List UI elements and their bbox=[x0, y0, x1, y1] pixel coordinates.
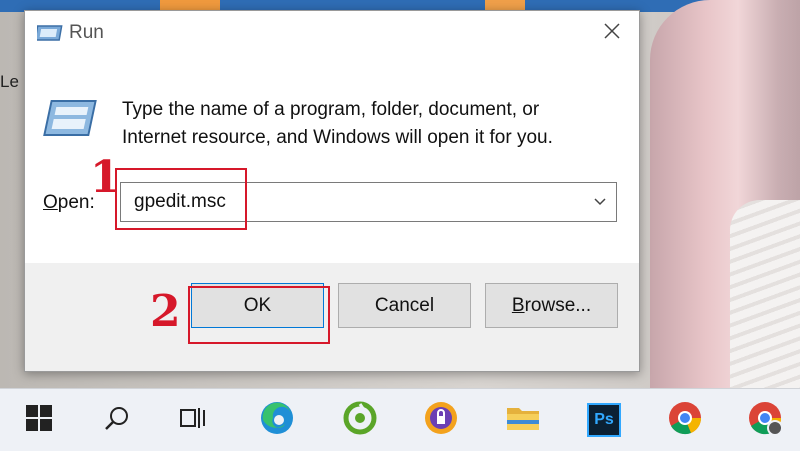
title-bar[interactable]: Run bbox=[25, 11, 639, 55]
browse-accesskey: B bbox=[511, 294, 525, 316]
cancel-button[interactable]: Cancel bbox=[338, 283, 471, 328]
open-label: Open: bbox=[43, 192, 95, 214]
chrome-profile-icon bbox=[747, 400, 783, 441]
close-icon bbox=[603, 22, 621, 45]
chrome-icon bbox=[667, 400, 703, 441]
run-program-icon bbox=[42, 99, 100, 139]
step2-number: 2 bbox=[150, 286, 181, 337]
run-title-icon bbox=[34, 24, 63, 42]
chrome-taskbar-button[interactable] bbox=[664, 399, 706, 441]
file-explorer-icon bbox=[505, 402, 541, 439]
open-label-accesskey: O bbox=[43, 192, 58, 213]
edge-icon bbox=[259, 400, 295, 441]
search-button[interactable] bbox=[96, 399, 138, 441]
task-view-button[interactable] bbox=[172, 399, 214, 441]
step2-highlight-box bbox=[188, 286, 330, 344]
chrome-profile-taskbar-button[interactable] bbox=[744, 399, 786, 441]
browse-button[interactable]: Browse... bbox=[485, 283, 618, 328]
search-icon bbox=[103, 404, 131, 437]
taskbar: Ps bbox=[0, 388, 800, 451]
windows-start-icon bbox=[25, 404, 53, 437]
browse-label-text: rowse... bbox=[524, 294, 592, 316]
vpn-shield-icon bbox=[423, 400, 459, 441]
edge-taskbar-button[interactable] bbox=[256, 399, 298, 441]
cococ-browser-icon bbox=[342, 400, 378, 441]
file-explorer-taskbar-button[interactable] bbox=[502, 399, 544, 441]
step1-number: 1 bbox=[90, 152, 121, 203]
step1-highlight-box bbox=[115, 168, 247, 230]
photoshop-icon: Ps bbox=[587, 403, 621, 437]
coccoc-taskbar-button[interactable] bbox=[339, 399, 381, 441]
desktop-icon-label-partial[interactable]: Le bbox=[0, 72, 26, 102]
dialog-description: Type the name of a program, folder, docu… bbox=[122, 99, 553, 148]
wallpaper-white-object bbox=[730, 200, 800, 388]
photoshop-icon-label: Ps bbox=[594, 411, 614, 428]
chevron-down-icon[interactable] bbox=[592, 195, 608, 209]
close-button[interactable] bbox=[591, 15, 633, 51]
task-view-icon bbox=[178, 404, 208, 437]
start-button[interactable] bbox=[18, 399, 60, 441]
photoshop-taskbar-button[interactable]: Ps bbox=[583, 399, 625, 441]
vpn-taskbar-button[interactable] bbox=[420, 399, 462, 441]
dialog-title: Run bbox=[69, 22, 104, 43]
